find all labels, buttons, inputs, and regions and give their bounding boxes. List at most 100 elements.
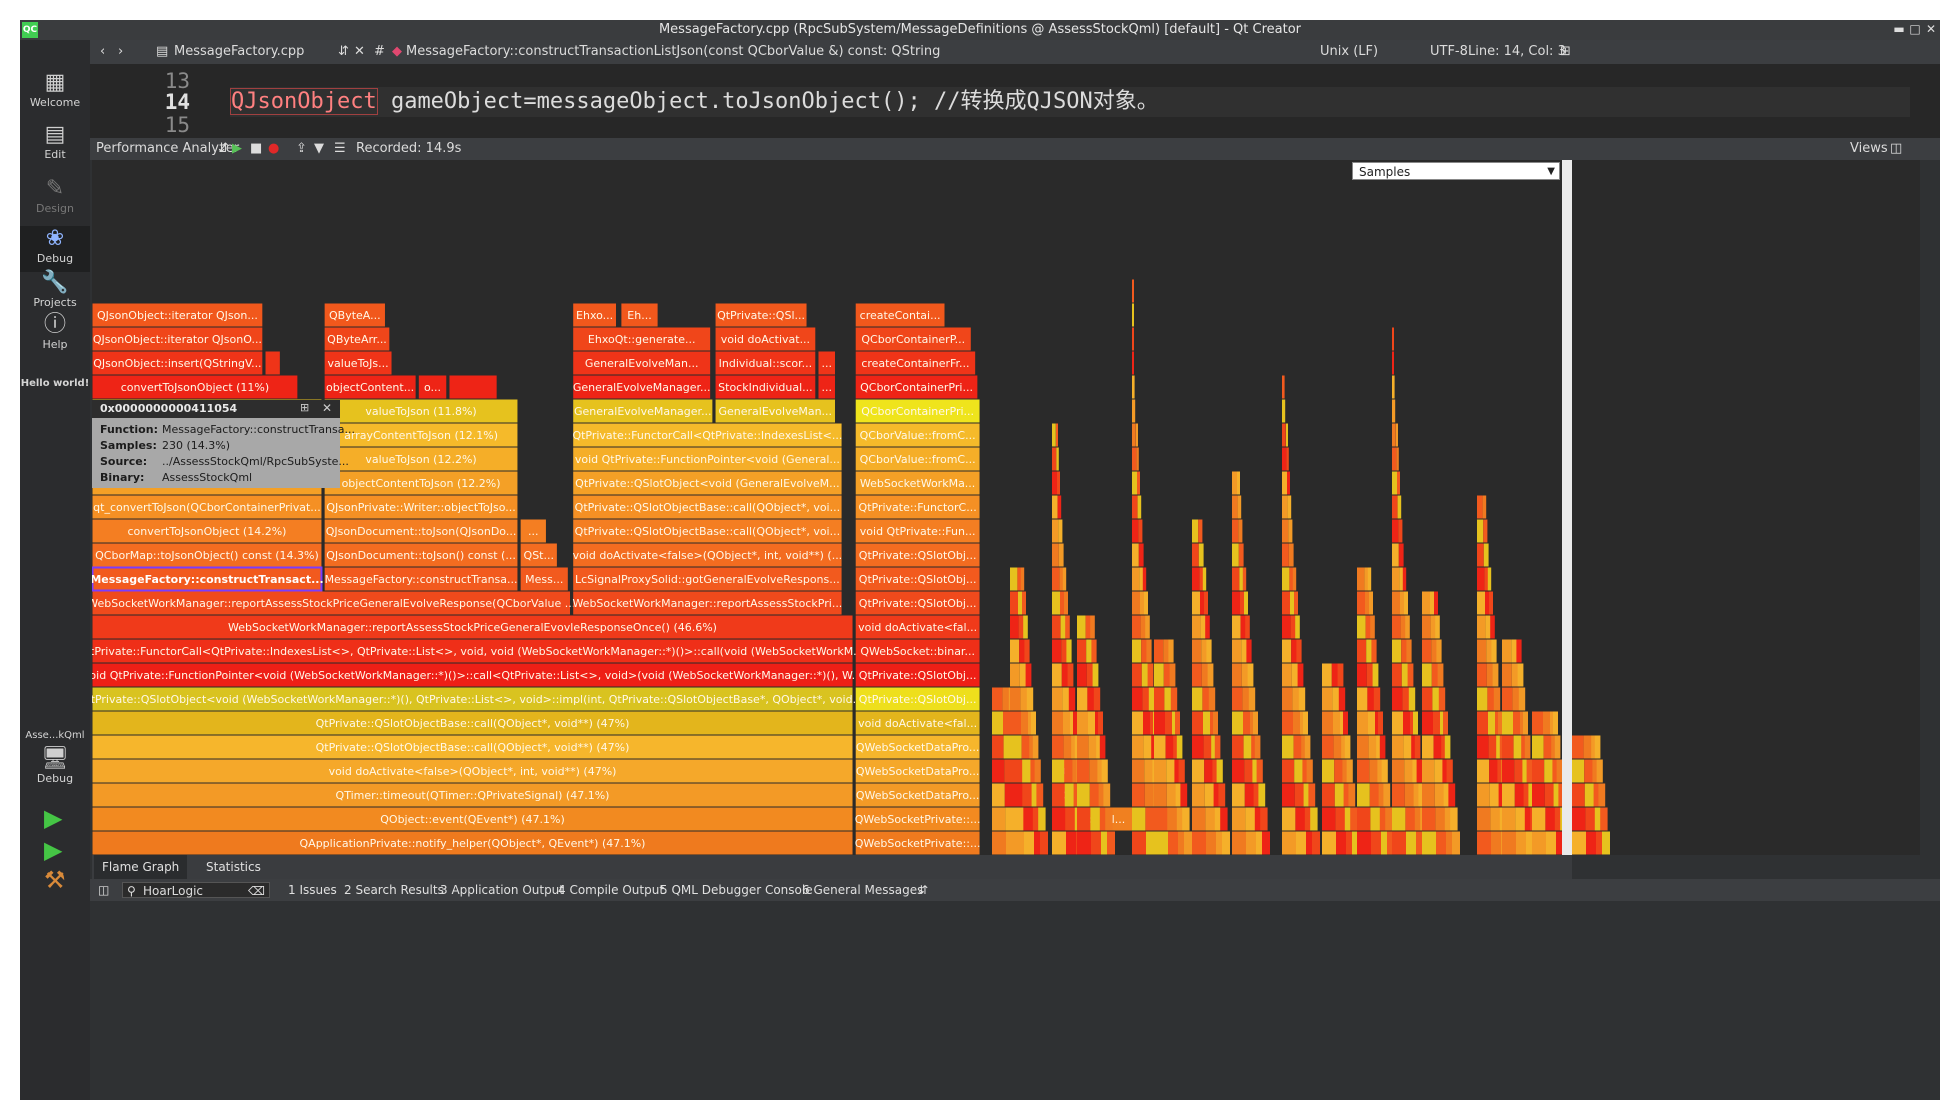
flame-frame[interactable] <box>1422 615 1431 639</box>
flame-frame[interactable] <box>1392 687 1403 711</box>
flame-frame[interactable] <box>1357 591 1365 615</box>
flame-frame[interactable] <box>1262 831 1270 855</box>
flame-frame[interactable] <box>1396 423 1398 447</box>
flame-frame[interactable] <box>1034 759 1041 783</box>
flame-frame[interactable] <box>1192 519 1199 543</box>
flame-frame[interactable] <box>1154 687 1165 711</box>
file-dropdown-icon[interactable]: ⇵ <box>338 40 349 64</box>
flame-frame[interactable] <box>1077 831 1091 855</box>
flame-frame[interactable] <box>1491 639 1497 663</box>
flame-frame[interactable] <box>1282 807 1296 831</box>
flame-frame[interactable] <box>1038 807 1046 831</box>
flame-frame[interactable] <box>1237 495 1242 519</box>
flame-frame[interactable] <box>1487 567 1492 591</box>
flame-frame[interactable] <box>1098 711 1103 735</box>
flame-frame[interactable] <box>1192 735 1204 759</box>
close-file-icon[interactable]: ✕ <box>354 40 365 64</box>
flame-frame[interactable] <box>1477 615 1486 639</box>
flame-frame[interactable] <box>1448 783 1456 807</box>
flame-frame[interactable] <box>1237 471 1240 495</box>
flame-frame[interactable] <box>1192 831 1206 855</box>
flame-frame[interactable] <box>1286 423 1288 447</box>
flame-frame[interactable] <box>1357 663 1367 687</box>
flame-frame[interactable] <box>1154 831 1168 855</box>
flame-frame[interactable] <box>1036 783 1044 807</box>
flame-frame[interactable] <box>1052 543 1059 567</box>
flame-frame[interactable] <box>1392 399 1396 423</box>
flame-frame[interactable] <box>1422 831 1436 855</box>
flame-frame[interactable] <box>1065 615 1070 639</box>
tab-statistics[interactable]: Statistics <box>198 855 269 879</box>
flame-frame[interactable] <box>1379 735 1386 759</box>
flame-frame[interactable] <box>1132 495 1138 519</box>
flame-frame[interactable] <box>1154 711 1165 735</box>
flame-frame[interactable] <box>1296 639 1302 663</box>
flame-scrollbar[interactable] <box>1562 160 1572 855</box>
flame-frame[interactable] <box>1216 759 1223 783</box>
flame-frame[interactable] <box>1010 783 1023 807</box>
flame-frame[interactable] <box>1282 399 1286 423</box>
flame-frame[interactable] <box>1232 495 1238 519</box>
flame-frame[interactable] <box>1137 495 1142 519</box>
maximize-icon[interactable]: □ <box>1908 22 1922 36</box>
flame-frame[interactable] <box>1532 759 1545 783</box>
flame-frame[interactable] <box>1058 543 1064 567</box>
flame-frame[interactable] <box>1286 447 1289 471</box>
flame-frame[interactable] <box>1282 423 1286 447</box>
flame-frame[interactable] <box>1416 759 1423 783</box>
flame-frame[interactable] <box>1024 639 1030 663</box>
flame-frame[interactable] <box>1596 759 1603 783</box>
flame-frame[interactable] <box>1052 783 1065 807</box>
flame-frame[interactable] <box>1398 519 1403 543</box>
flame-frame[interactable] <box>1052 423 1056 447</box>
flame-frame[interactable] <box>1132 615 1141 639</box>
flame-frame[interactable] <box>1553 711 1558 735</box>
flame-frame[interactable] <box>1040 831 1048 855</box>
flame-frame[interactable] <box>1062 567 1067 591</box>
run-icon[interactable]: ▶ <box>44 804 62 832</box>
flame-frame[interactable] <box>1532 783 1545 807</box>
flame-frame[interactable] <box>1422 663 1432 687</box>
flame-frame[interactable] <box>1477 831 1491 855</box>
flame-frame[interactable] <box>1090 615 1095 639</box>
flame-frame[interactable] <box>1192 711 1203 735</box>
flame-frame[interactable] <box>1357 687 1368 711</box>
flame-frame[interactable] <box>1404 591 1408 615</box>
flame-frame[interactable] <box>1322 759 1335 783</box>
flame-frame[interactable] <box>1422 639 1432 663</box>
flame-frame[interactable] <box>1357 831 1371 855</box>
flame-frame[interactable] <box>1056 423 1058 447</box>
mode-debug[interactable]: ❀ Debug <box>20 226 90 272</box>
flame-frame[interactable] <box>1058 519 1063 543</box>
flame-frame[interactable] <box>1132 519 1139 543</box>
flame-frame[interactable] <box>1091 639 1097 663</box>
flame-frame[interactable] <box>1572 735 1584 759</box>
flame-frame[interactable] <box>1392 543 1399 567</box>
flame-frame[interactable] <box>1222 831 1230 855</box>
flame-frame[interactable] <box>1057 471 1060 495</box>
flame-frame[interactable] <box>1214 735 1221 759</box>
flame-frame[interactable] <box>1052 447 1057 471</box>
flame-frame[interactable] <box>1502 663 1512 687</box>
line-ending-selector[interactable]: Unix (LF) <box>1320 40 1378 64</box>
flame-frame[interactable] <box>1213 711 1218 735</box>
flame-frame[interactable] <box>1397 495 1402 519</box>
flame-frame[interactable] <box>1287 495 1292 519</box>
encoding-label[interactable]: UTF-8 <box>1430 40 1468 64</box>
close-icon[interactable]: ✕ <box>1924 22 1938 36</box>
flame-frame[interactable] <box>1154 663 1164 687</box>
flame-frame[interactable] <box>1572 807 1586 831</box>
flame-frame[interactable] <box>1242 567 1247 591</box>
flame-frame[interactable] <box>1357 759 1370 783</box>
flame-frame[interactable] <box>1483 519 1488 543</box>
flame-frame[interactable] <box>1146 639 1152 663</box>
flame-frame[interactable] <box>1477 759 1490 783</box>
flame-frame[interactable] <box>1322 711 1333 735</box>
flame-frame[interactable] <box>1010 759 1023 783</box>
flame-frame[interactable] <box>1132 471 1137 495</box>
flame-frame[interactable] <box>1392 495 1398 519</box>
flame-frame[interactable] <box>992 735 1004 759</box>
flame-frame[interactable] <box>1206 639 1212 663</box>
flame-frame[interactable] <box>1232 567 1240 591</box>
flame-frame[interactable] <box>1169 663 1176 687</box>
